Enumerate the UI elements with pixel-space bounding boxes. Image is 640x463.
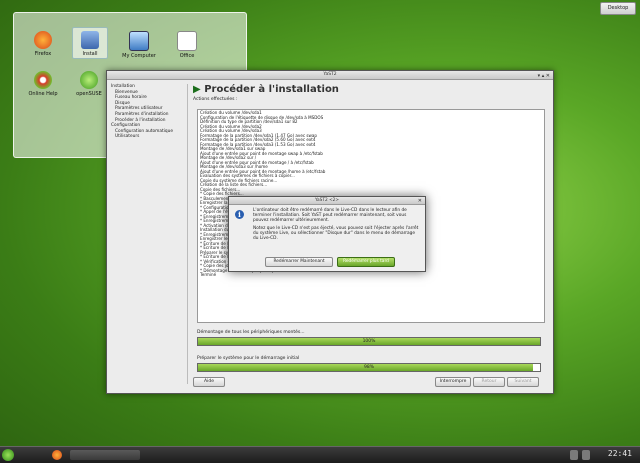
back-button[interactable]: Retour bbox=[473, 377, 505, 387]
installation-steps-sidebar: Installation Bienvenue Fuseau horaire Disqu… bbox=[111, 84, 188, 384]
actions-label: Actions effectuées : bbox=[193, 97, 238, 102]
reboot-later-button[interactable]: Redémarrer plus tard bbox=[337, 257, 395, 267]
abort-button[interactable]: Interrompre bbox=[435, 377, 471, 387]
desktop-icon-opensuse[interactable]: openSUSE bbox=[72, 71, 106, 97]
install-icon bbox=[81, 31, 99, 49]
kickoff-menu-icon[interactable] bbox=[2, 449, 14, 461]
dialog-message: L'ordinateur doit être redémarré dans le… bbox=[253, 208, 419, 244]
window-titlebar: YaST2 ▾ ▴ ✕ bbox=[107, 71, 553, 80]
desktop-icon-my-computer[interactable]: My Computer bbox=[118, 31, 160, 59]
dialog-close-icon[interactable]: ✕ bbox=[418, 198, 422, 205]
window-title: YaST2 bbox=[323, 72, 337, 77]
computer-icon bbox=[129, 31, 149, 51]
log-line: Terminé bbox=[200, 272, 217, 277]
taskbar-yast-task[interactable] bbox=[70, 450, 140, 460]
desktop-icon-install[interactable]: Install bbox=[72, 27, 108, 59]
progress-bar-1-text: 100% bbox=[362, 339, 376, 344]
dialog-titlebar: YaST2 <2> ✕ bbox=[229, 197, 425, 205]
desktop-icon-firefox[interactable]: Firefox bbox=[26, 31, 60, 57]
desktop-icon-online-help[interactable]: Online Help bbox=[26, 71, 60, 97]
reboot-dialog: YaST2 <2> ✕ i L'ordinateur doit être red… bbox=[228, 196, 426, 272]
opensuse-icon bbox=[80, 71, 98, 89]
dialog-message-2: Notez que le Live-CD n'est pas éjecté, v… bbox=[253, 226, 419, 241]
help-icon bbox=[34, 71, 52, 89]
taskbar: 22:41 bbox=[0, 446, 640, 463]
window-controls[interactable]: ▾ ▴ ✕ bbox=[538, 72, 550, 80]
reboot-now-button[interactable]: Redémarrer Maintenant bbox=[265, 257, 333, 267]
desktop-button[interactable]: Desktop bbox=[600, 2, 636, 15]
volume-tray-icon[interactable] bbox=[582, 450, 590, 460]
info-icon: i bbox=[235, 210, 244, 219]
firefox-icon bbox=[34, 31, 52, 49]
taskbar-firefox-icon[interactable] bbox=[52, 450, 62, 460]
office-icon bbox=[177, 31, 197, 51]
desktop-icon-office[interactable]: Office bbox=[170, 31, 204, 59]
progress2-label: Préparer le système pour le démarrage in… bbox=[197, 356, 300, 361]
progress1-label: Démontage de tous les périphériques mont… bbox=[197, 330, 305, 335]
sidebar-item: Utilisateurs bbox=[115, 134, 140, 140]
next-button[interactable]: Suivant bbox=[507, 377, 539, 387]
progress-bar-2-text: 98% bbox=[363, 365, 374, 370]
dialog-message-1: L'ordinateur doit être redémarré dans le… bbox=[253, 208, 407, 223]
page-title: ▶ Procéder à l'installation bbox=[193, 84, 339, 95]
help-button[interactable]: Aide bbox=[193, 377, 225, 387]
progress-bar-1: 100% bbox=[197, 337, 541, 346]
progress-bar-2: 98% bbox=[197, 363, 541, 372]
network-tray-icon[interactable] bbox=[570, 450, 578, 460]
dialog-title: YaST2 <2> bbox=[314, 198, 340, 203]
taskbar-clock[interactable]: 22:41 bbox=[608, 449, 632, 458]
